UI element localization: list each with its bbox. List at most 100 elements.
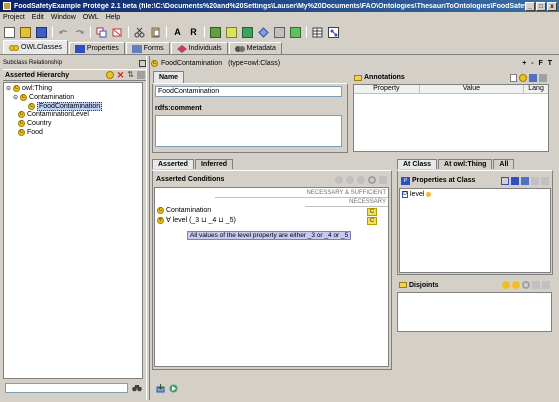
class-name-field[interactable]: FoodContamination bbox=[155, 86, 342, 97]
delete-class-icon[interactable]: ✕ bbox=[117, 71, 125, 80]
create-class-icon[interactable] bbox=[335, 175, 343, 184]
folder-icon bbox=[354, 74, 362, 81]
header-controls[interactable]: + - F T bbox=[522, 60, 556, 67]
menu-project[interactable]: Project bbox=[3, 14, 25, 21]
close-button[interactable]: x bbox=[547, 1, 557, 11]
conditions-panel: Asserted Conditions NECESSARY & SUFFICIE… bbox=[152, 170, 392, 370]
add-disjoint-icon[interactable] bbox=[502, 281, 510, 289]
consistency-icon[interactable] bbox=[226, 26, 237, 38]
search-icon[interactable] bbox=[368, 175, 376, 184]
tab-metadata-label: Metadata bbox=[246, 45, 276, 52]
condition-badge[interactable]: C bbox=[367, 208, 377, 216]
menu-help[interactable]: Help bbox=[106, 14, 120, 21]
add-named-class-icon[interactable] bbox=[357, 175, 365, 184]
remove-disjoint-icon[interactable] bbox=[532, 281, 540, 289]
create-restriction-icon[interactable] bbox=[346, 175, 354, 184]
reasoner-icon[interactable] bbox=[258, 26, 269, 38]
open-project-icon[interactable] bbox=[20, 26, 31, 38]
menu-owl[interactable]: OWL bbox=[83, 14, 99, 21]
dl-icon[interactable] bbox=[274, 26, 285, 38]
paste-icon[interactable] bbox=[150, 27, 161, 38]
navigate-icon[interactable] bbox=[169, 384, 178, 393]
annotations-table: Property Value Lang bbox=[353, 84, 549, 152]
maximize-button[interactable]: □ bbox=[536, 1, 546, 11]
menu-window[interactable]: Window bbox=[51, 14, 76, 21]
create-subclass-icon[interactable] bbox=[105, 71, 114, 79]
annotation-properties-icon[interactable] bbox=[529, 73, 537, 82]
tab-owlclasses[interactable]: OWLClasses bbox=[3, 40, 68, 54]
tab-at-owl-thing[interactable]: At owl:Thing bbox=[438, 159, 493, 169]
tab-forms[interactable]: Forms bbox=[125, 42, 170, 54]
undo-icon[interactable] bbox=[58, 27, 69, 38]
tree-item-foodcontamination[interactable]: C FoodContamination bbox=[28, 102, 103, 111]
new-project-icon[interactable] bbox=[4, 26, 15, 38]
import-icon[interactable] bbox=[156, 384, 165, 393]
tree-label: FoodContamination bbox=[37, 102, 103, 111]
tab-name[interactable]: Name bbox=[153, 71, 185, 83]
class-name-value: FoodContamination bbox=[158, 88, 220, 95]
necessary-sufficient-label: NECESSARY & SUFFICIENT bbox=[306, 190, 386, 196]
add-property-icon[interactable] bbox=[521, 176, 529, 185]
menu-edit[interactable]: Edit bbox=[32, 14, 44, 21]
tree-item-contaminationlevel[interactable]: C ContaminationLevel bbox=[18, 111, 89, 118]
add-comment-icon[interactable] bbox=[519, 73, 527, 82]
restriction-icon: ∀ bbox=[157, 216, 164, 224]
datatype-property-icon[interactable] bbox=[501, 176, 509, 185]
property-item-level[interactable]: D level bbox=[402, 191, 432, 198]
tree-item-contamination[interactable]: ⊝ C Contamination bbox=[13, 94, 74, 101]
binoculars-icon[interactable] bbox=[132, 383, 142, 393]
tab-inferred[interactable]: Inferred bbox=[194, 159, 234, 169]
remove-property-icon[interactable] bbox=[531, 176, 539, 185]
metadata-icon bbox=[234, 45, 245, 53]
pizza-icon[interactable] bbox=[290, 26, 301, 38]
column-lang[interactable]: Lang bbox=[524, 85, 548, 93]
object-property-icon[interactable] bbox=[511, 176, 519, 185]
column-property[interactable]: Property bbox=[354, 85, 420, 93]
necessary-label: NECESSARY bbox=[349, 199, 386, 205]
classify-icon[interactable] bbox=[210, 26, 221, 38]
class-search-input[interactable] bbox=[5, 383, 128, 393]
toolbar-separator bbox=[204, 26, 205, 38]
pin-icon[interactable] bbox=[139, 59, 146, 67]
condition-row[interactable]: ∀ ∀ level (_3 ⊔ _4 ⊔ _5) bbox=[157, 216, 236, 224]
tab-asserted[interactable]: Asserted bbox=[152, 159, 194, 169]
left-panel: Subclass Relationship Asserted Hierarchy… bbox=[3, 58, 146, 398]
conditions-title: Asserted Conditions bbox=[156, 176, 225, 183]
toolbar-separator bbox=[128, 26, 129, 38]
tab-at-class[interactable]: At Class bbox=[397, 159, 438, 169]
comment-field[interactable] bbox=[155, 115, 342, 147]
graph-icon[interactable] bbox=[328, 26, 339, 38]
a-button[interactable]: A bbox=[172, 27, 183, 38]
minimize-button[interactable]: _ bbox=[525, 1, 535, 11]
splitter[interactable] bbox=[146, 56, 150, 400]
compute-icon[interactable] bbox=[242, 26, 253, 38]
add-annotation-icon[interactable] bbox=[510, 73, 517, 82]
save-project-icon[interactable] bbox=[36, 26, 47, 38]
tab-metadata[interactable]: Metadata bbox=[228, 42, 282, 54]
tree-item-food[interactable]: C Food bbox=[18, 129, 43, 136]
condition-row[interactable]: C Contamination bbox=[157, 207, 211, 214]
tree-item-owl-thing[interactable]: ⊝ C owl:Thing bbox=[6, 85, 52, 92]
delete-annotation-icon[interactable] bbox=[539, 73, 547, 82]
copy-icon[interactable] bbox=[96, 27, 107, 38]
delete-condition-icon[interactable] bbox=[379, 175, 387, 184]
tab-properties[interactable]: Properties bbox=[68, 42, 125, 54]
move-class-icon[interactable]: ⇅ bbox=[127, 71, 134, 79]
delete-disjoint-icon[interactable] bbox=[542, 281, 550, 289]
cut-icon[interactable] bbox=[134, 27, 145, 38]
create-disjoint-icon[interactable] bbox=[512, 281, 520, 289]
r-button[interactable]: R bbox=[188, 27, 199, 38]
class-icon: C bbox=[13, 85, 21, 92]
tab-individuals[interactable]: Individuals bbox=[170, 42, 228, 54]
property-menu-icon[interactable] bbox=[541, 176, 549, 185]
delete-icon[interactable] bbox=[112, 27, 123, 38]
class-icon: C bbox=[18, 120, 25, 127]
tab-all[interactable]: All bbox=[493, 159, 515, 169]
disjoint-search-icon[interactable] bbox=[522, 281, 530, 289]
condition-badge[interactable]: C bbox=[367, 217, 377, 225]
tree-item-country[interactable]: C Country bbox=[18, 120, 52, 127]
redo-icon[interactable] bbox=[74, 27, 85, 38]
table-icon[interactable] bbox=[312, 27, 323, 38]
hierarchy-menu-icon[interactable] bbox=[137, 71, 145, 79]
column-value[interactable]: Value bbox=[420, 85, 525, 93]
